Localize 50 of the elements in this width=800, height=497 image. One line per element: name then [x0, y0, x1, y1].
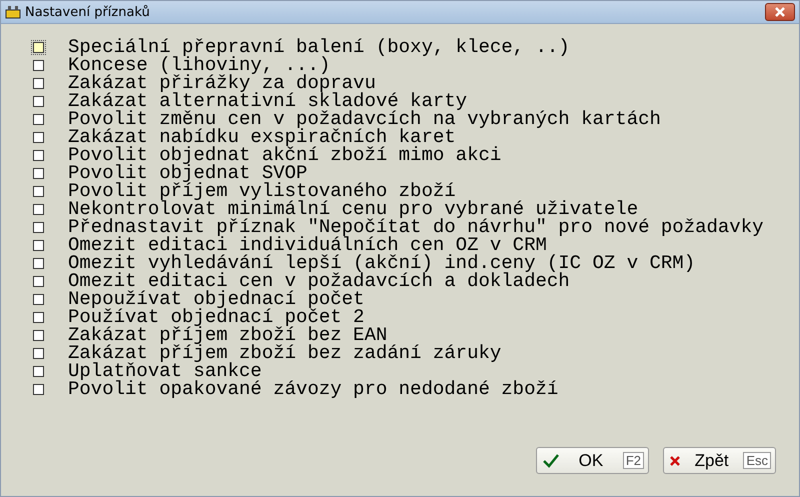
option-label: Povolit opakované závozy pro nedodané zboží — [68, 380, 558, 398]
option-label: Omezit editaci individuálních cen OZ v CRM — [68, 236, 547, 254]
window-title: Nastavení příznaků — [25, 4, 151, 20]
checkbox[interactable] — [33, 60, 44, 70]
checkbox[interactable] — [33, 96, 44, 106]
checkbox[interactable] — [33, 240, 44, 250]
checkbox[interactable] — [33, 132, 44, 142]
checkbox[interactable] — [33, 204, 44, 214]
option-label: Zakázat nabídku exspiračních karet — [68, 128, 456, 146]
option-label: Povolit objednat SVOP — [68, 164, 308, 182]
checkbox[interactable] — [33, 258, 44, 268]
option-label: Uplatňovat sankce — [68, 362, 262, 380]
option-label: Povolit změnu cen v požadavcích na vybraných kartách — [68, 110, 661, 128]
checkbox[interactable] — [33, 276, 44, 286]
option-label: Používat objednací počet 2 — [68, 308, 364, 326]
option-label: Povolit příjem vylistovaného zboží — [68, 182, 456, 200]
option-label: Povolit objednat akční zboží mimo akci — [68, 146, 502, 164]
checkbox[interactable] — [33, 186, 44, 196]
checkbox[interactable] — [33, 78, 44, 88]
option-label: Zakázat příjem zboží bez zadání záruky — [68, 344, 502, 362]
checkbox[interactable] — [33, 114, 44, 124]
checkbox[interactable] — [33, 294, 44, 304]
checkbox[interactable] — [33, 42, 44, 52]
checkbox[interactable] — [33, 330, 44, 340]
option-label: Omezit vyhledávání lepší (akční) ind.ceny (IC OZ v CRM) — [68, 254, 696, 272]
shortcut-key: Esc — [743, 452, 771, 469]
shortcut-key: F2 — [622, 452, 644, 469]
option-label: Koncese (lihoviny, ...) — [68, 56, 330, 74]
cross-icon — [670, 456, 680, 466]
checkbox[interactable] — [33, 348, 44, 358]
ok-button[interactable]: OK F2 — [536, 447, 649, 474]
checkbox[interactable] — [33, 366, 44, 376]
option-label: Speciální přepravní balení (boxy, klece, ..) — [68, 38, 570, 56]
checkmark-icon — [543, 454, 559, 468]
checkbox[interactable] — [33, 384, 44, 394]
back-button[interactable]: Zpět Esc — [663, 447, 776, 474]
option-label: Zakázat příjem zboží bez EAN — [68, 326, 388, 344]
close-button[interactable] — [765, 3, 795, 21]
close-icon — [774, 7, 786, 17]
option-label: Omezit editaci cen v požadavcích a dokladech — [68, 272, 570, 290]
checkbox[interactable] — [33, 150, 44, 160]
option-label: Zakázat alternativní skladové karty — [68, 92, 468, 110]
option-label: Přednastavit příznak "Nepočítat do návrhu" pro nové požadavky — [68, 218, 764, 236]
checkbox[interactable] — [33, 168, 44, 178]
option-label: Nepoužívat objednací počet — [68, 290, 364, 308]
checkbox[interactable] — [33, 312, 44, 322]
option-label: Zakázat přirážky za dopravu — [68, 74, 376, 92]
checkbox[interactable] — [33, 222, 44, 232]
app-icon — [5, 5, 21, 19]
option-label: Nekontrolovat minimální cenu pro vybrané uživatele — [68, 200, 638, 218]
